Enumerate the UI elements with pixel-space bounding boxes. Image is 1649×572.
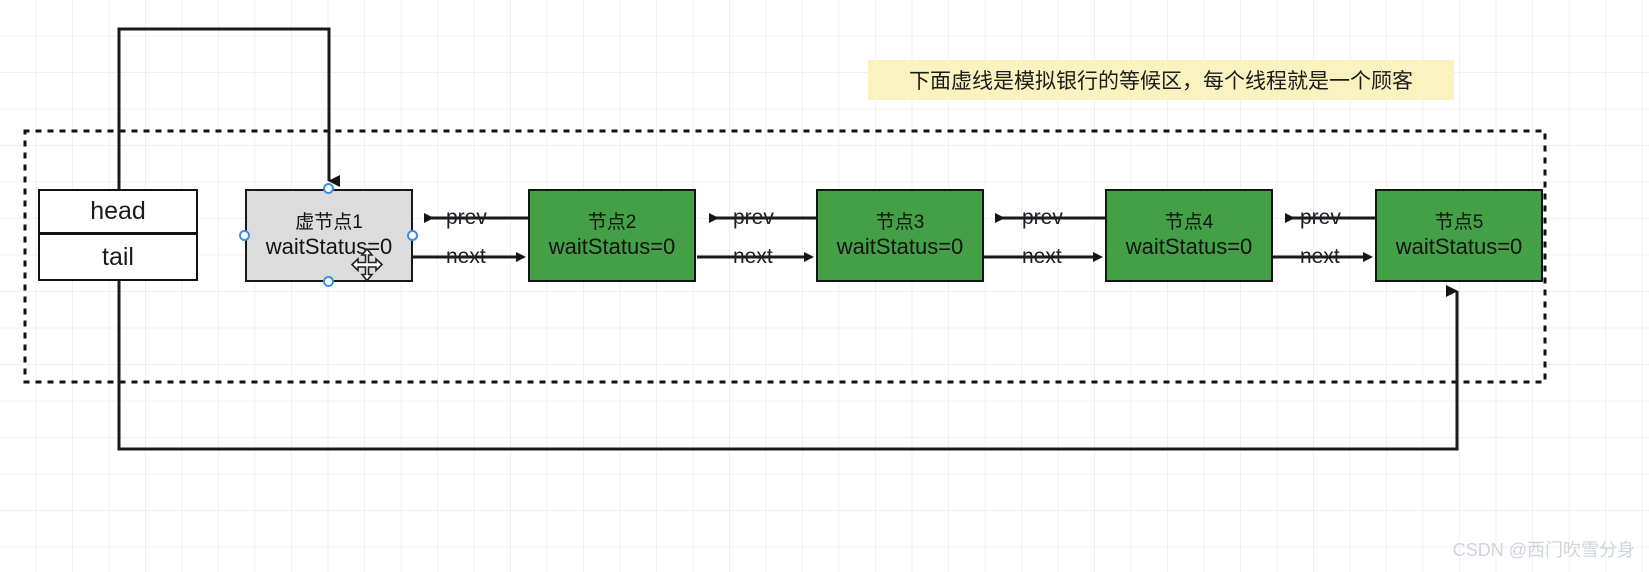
resize-handle-left[interactable] (239, 230, 250, 241)
head-to-dummy-connector (117, 27, 340, 189)
head-tail-box[interactable]: head tail (38, 189, 198, 281)
node-status: waitStatus=0 (1125, 233, 1253, 259)
edge-label-next-2: next (733, 245, 773, 268)
edge-label-prev-2: prev (733, 206, 774, 229)
node-node-5[interactable]: 节点5 waitStatus=0 (1375, 189, 1543, 282)
node-title: 虚节点1 (295, 211, 363, 233)
edge-label-next-4: next (1300, 245, 1340, 268)
node-dummy-node-1[interactable]: 虚节点1 waitStatus=0 (245, 189, 413, 282)
node-status: waitStatus=0 (548, 233, 676, 259)
edge-label-next-3: next (1022, 245, 1062, 268)
head-cell[interactable]: head (40, 191, 196, 235)
diagram-canvas[interactable]: 下面虚线是模拟银行的等候区，每个线程就是一个顾客 head tail 虚节点1 … (0, 0, 1649, 572)
node-status: waitStatus=0 (265, 233, 393, 259)
edge-label-prev-4: prev (1300, 206, 1341, 229)
tail-to-node5-connector (117, 281, 1459, 451)
node-title: 节点3 (875, 211, 925, 233)
node-node-2[interactable]: 节点2 waitStatus=0 (528, 189, 696, 282)
node-status: waitStatus=0 (1395, 233, 1523, 259)
node-node-3[interactable]: 节点3 waitStatus=0 (816, 189, 984, 282)
node-title: 节点4 (1164, 211, 1214, 233)
node-title: 节点2 (587, 211, 637, 233)
watermark-text: CSDN @西门吹雪分身 (1452, 540, 1635, 560)
resize-handle-bottom[interactable] (323, 276, 334, 287)
edge-label-next-1: next (446, 245, 486, 268)
tail-cell[interactable]: tail (40, 235, 196, 279)
annotation-text: 下面虚线是模拟银行的等候区，每个线程就是一个顾客 (909, 70, 1413, 93)
head-label: head (90, 197, 146, 225)
edge-label-prev-3: prev (1022, 206, 1063, 229)
node-node-4[interactable]: 节点4 waitStatus=0 (1105, 189, 1273, 282)
resize-handle-right[interactable] (407, 230, 418, 241)
edge-label-prev-1: prev (446, 206, 487, 229)
resize-handle-top[interactable] (323, 183, 334, 194)
node-status: waitStatus=0 (836, 233, 964, 259)
tail-label: tail (102, 242, 134, 271)
node-title: 节点5 (1434, 211, 1484, 233)
annotation-callout[interactable]: 下面虚线是模拟银行的等候区，每个线程就是一个顾客 (868, 60, 1454, 100)
